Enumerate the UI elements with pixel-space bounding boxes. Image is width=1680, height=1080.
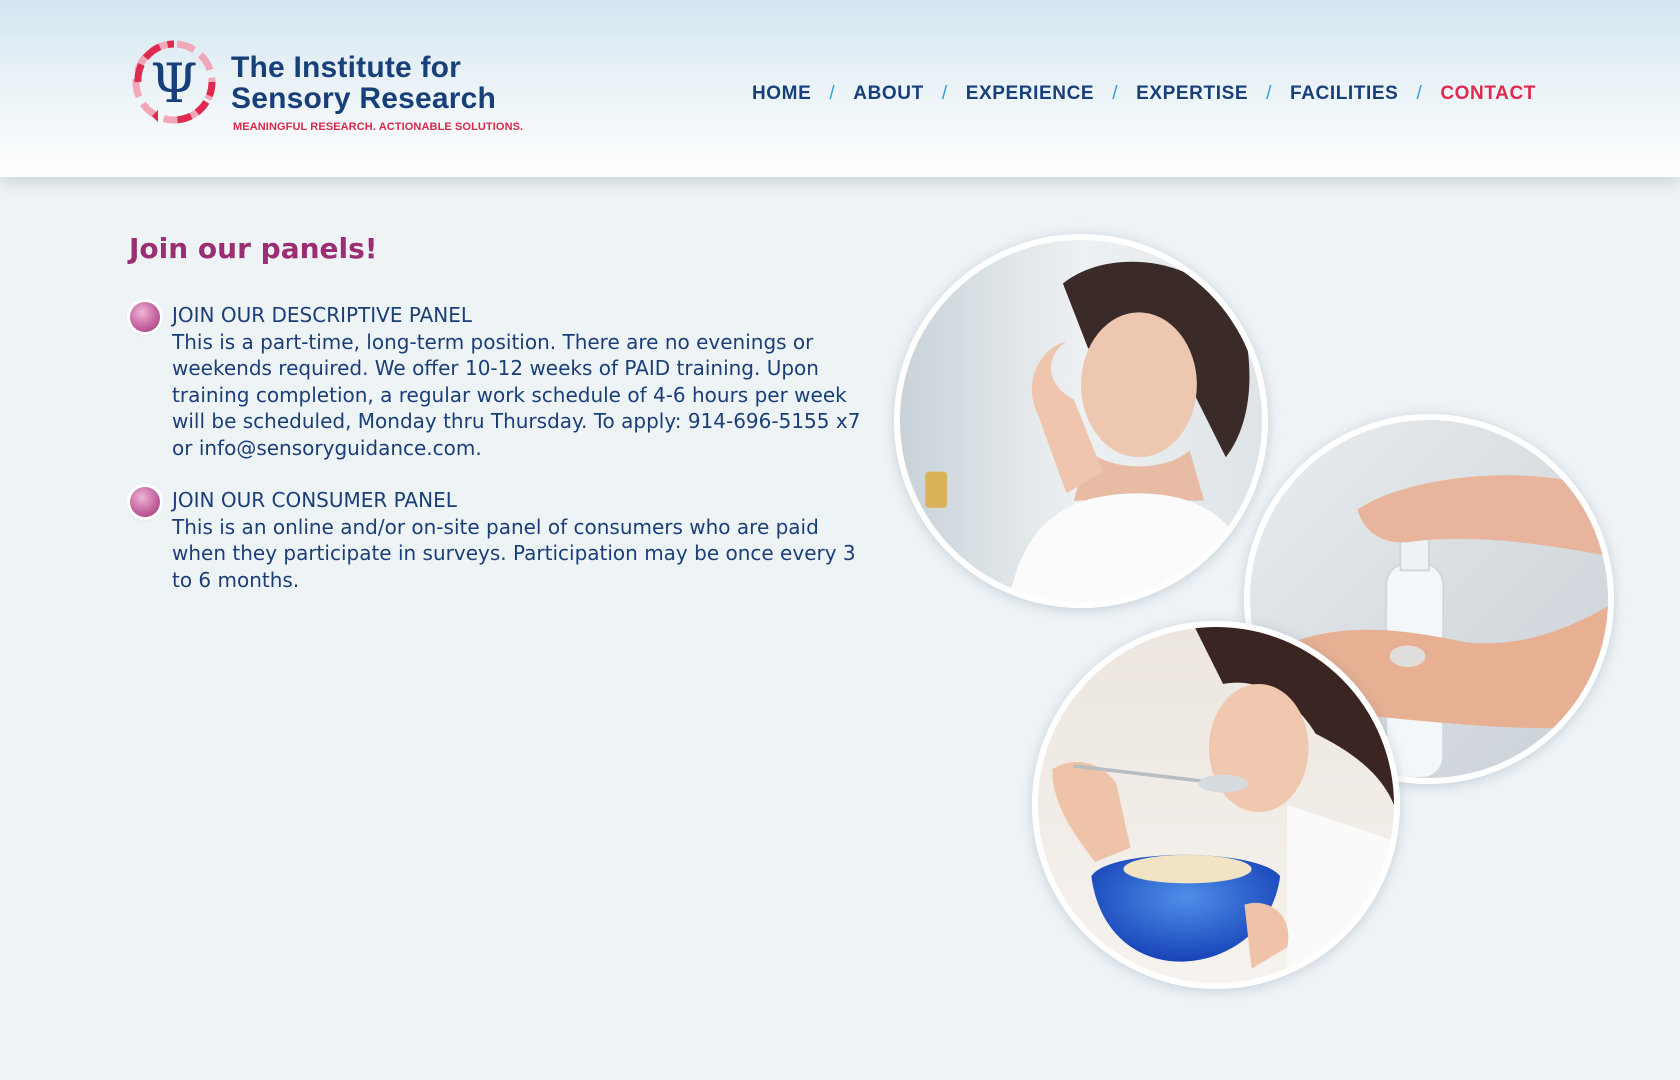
site-logo[interactable]: Ψ The Institute for Sensory Research MEA… [128,36,548,140]
panel-description: This is a part-time, long-term position.… [172,329,861,460]
bullet-icon [130,487,160,517]
site-header: Ψ The Institute for Sensory Research MEA… [0,0,1680,177]
panel-text: JOIN OUR DESCRIPTIVE PANEL This is a par… [172,302,868,461]
descriptive-panel-item: JOIN OUR DESCRIPTIVE PANEL This is a par… [128,302,868,461]
nav-separator: / [829,83,836,104]
panel-title: JOIN OUR CONSUMER PANEL [172,488,457,512]
nav-facilities[interactable]: FACILITIES [1290,83,1398,105]
nav-separator: / [941,83,948,104]
psi-logo-icon: Ψ [132,40,216,124]
logo-title-line1: The Institute for [231,51,462,84]
nav-experience[interactable]: EXPERIENCE [966,83,1094,105]
page: Ψ The Institute for Sensory Research MEA… [0,0,1680,1080]
nav-home[interactable]: HOME [752,83,811,105]
nav-separator: / [1416,83,1423,104]
nav-about[interactable]: ABOUT [853,83,924,105]
logo-symbol: Ψ [150,52,197,115]
panel-text: JOIN OUR CONSUMER PANEL This is an onlin… [172,487,868,593]
panel-description: This is an online and/or on-site panel o… [172,514,856,592]
woman-perfume-photo [894,234,1268,608]
nav-separator: / [1266,83,1273,104]
panel-title: JOIN OUR DESCRIPTIVE PANEL [172,303,473,327]
logo-tagline: MEANINGFUL RESEARCH. ACTIONABLE SOLUTION… [233,121,524,133]
main-nav: HOME / ABOUT / EXPERIENCE / EXPERTISE / … [752,83,1536,105]
nav-contact[interactable]: CONTACT [1440,83,1536,105]
bullet-icon [130,302,160,332]
page-title: Join our panels! [129,232,378,265]
logo-title-line2: Sensory Research [231,82,497,115]
woman-eating-cereal-photo [1032,621,1400,989]
nav-separator: / [1112,83,1119,104]
consumer-panel-item: JOIN OUR CONSUMER PANEL This is an onlin… [128,487,868,593]
nav-expertise[interactable]: EXPERTISE [1136,83,1248,105]
